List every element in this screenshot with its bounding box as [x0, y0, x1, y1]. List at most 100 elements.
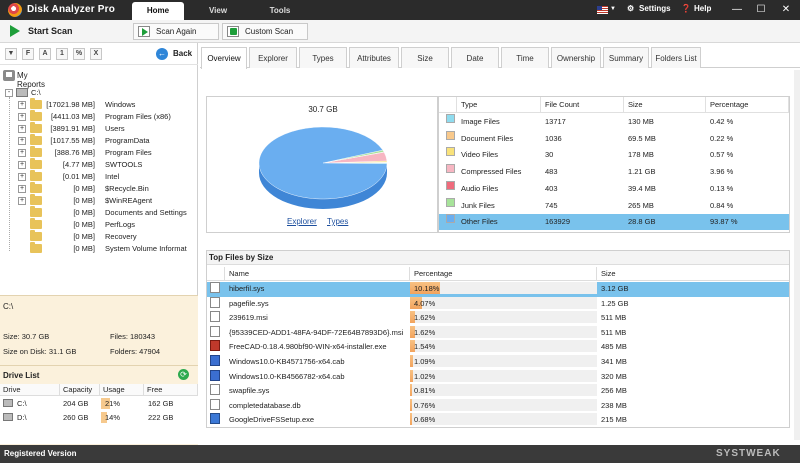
minimize-icon[interactable]: —: [726, 2, 748, 18]
filter-percent-button[interactable]: %: [73, 48, 85, 60]
col-type[interactable]: Type: [457, 97, 541, 113]
tree-item-name: SWTOOLS: [105, 160, 143, 169]
top-file-row[interactable]: FreeCAD-0.18.4.980bf90-WIN-x64-installer…: [207, 340, 789, 355]
file-type-row[interactable]: Video Files 30 178 MB 0.57 %: [439, 147, 789, 163]
drive-icon: [3, 413, 13, 421]
tab-types[interactable]: Types: [299, 47, 347, 68]
vertical-scrollbar[interactable]: [794, 70, 800, 440]
col-free[interactable]: Free: [144, 384, 198, 396]
file-type-row[interactable]: Other Files 163929 28.8 GB 93.87 %: [439, 214, 789, 231]
cab-archive-icon: [210, 369, 220, 381]
help-icon[interactable]: ❓: [681, 4, 691, 13]
tab-ownership[interactable]: Ownership: [551, 47, 601, 68]
filter-1-button[interactable]: 1: [56, 48, 68, 60]
top-file-row[interactable]: completedatabase.db 0.76% 238 MB: [207, 398, 789, 414]
filter-x-button[interactable]: X: [90, 48, 102, 60]
file-name: hiberfil.sys: [229, 284, 265, 293]
tab-time[interactable]: Time: [501, 47, 549, 68]
filter-f-button[interactable]: F: [22, 48, 34, 60]
file-type-row[interactable]: Document Files 1036 69.5 MB 0.22 %: [439, 130, 789, 147]
top-file-row[interactable]: 239619.msi 1.62% 511 MB: [207, 311, 789, 326]
help-label[interactable]: Help: [694, 4, 711, 13]
status-text: Registered Version: [4, 449, 77, 458]
percentage-bar: [410, 413, 412, 426]
tab-home[interactable]: Home: [132, 2, 184, 20]
settings-label[interactable]: Settings: [639, 4, 671, 13]
col-drive[interactable]: Drive: [0, 384, 60, 396]
file-type-row[interactable]: Junk Files 745 265 MB 0.84 %: [439, 197, 789, 214]
file-size: 215 MB: [601, 415, 627, 425]
file-type-row[interactable]: Audio Files 403 39.4 MB 0.13 %: [439, 180, 789, 197]
file-name: completedatabase.db: [229, 400, 301, 410]
language-dropdown-icon[interactable]: ▼: [610, 6, 616, 12]
col-capacity[interactable]: Capacity: [60, 384, 100, 396]
tab-date[interactable]: Date: [451, 47, 499, 68]
type-size: 265 MB: [628, 200, 654, 210]
type-percentage: 0.42 %: [710, 117, 734, 126]
top-file-row[interactable]: swapfile.sys 0.81% 256 MB: [207, 384, 789, 399]
refresh-icon[interactable]: ⟳: [178, 369, 189, 380]
col-percentage[interactable]: Percentage: [706, 97, 789, 113]
type-name: Junk Files: [461, 200, 495, 210]
custom-scan-button[interactable]: Custom Scan: [222, 23, 308, 40]
reports-icon: [3, 70, 15, 81]
filter-button[interactable]: ▼: [5, 48, 17, 60]
top-file-row[interactable]: GoogleDriveFSSetup.exe 0.68% 215 MB: [207, 413, 789, 427]
tree-item-size: [4.77 MB]: [62, 160, 95, 169]
explorer-link[interactable]: Explorer: [287, 217, 317, 226]
maximize-icon[interactable]: ☐: [750, 2, 772, 18]
percentage-cell: [410, 413, 597, 426]
file-size: 511 MB: [601, 327, 627, 337]
start-scan-label: Start Scan: [28, 26, 73, 36]
col-size[interactable]: Size: [624, 97, 706, 113]
drive-capacity: 260 GB: [63, 413, 89, 422]
pie-total: 30.7 GB: [308, 105, 338, 114]
settings-gear-icon[interactable]: ⚙: [627, 4, 634, 13]
top-file-row[interactable]: Windows10.0-KB4566782-x64.cab 1.02% 320 MB: [207, 369, 789, 385]
drive-row[interactable]: C:\ 204 GB 21% 162 GB: [0, 397, 198, 410]
file-type-row[interactable]: Compressed Files 483 1.21 GB 3.96 %: [439, 164, 789, 180]
tab-summary[interactable]: Summary: [603, 47, 649, 68]
filter-a-button[interactable]: A: [39, 48, 51, 60]
tab-tools[interactable]: Tools: [256, 2, 304, 20]
file-percentage: 1.54%: [414, 342, 436, 352]
tree-item-size: [0 MB]: [73, 220, 95, 229]
close-icon[interactable]: ✕: [775, 2, 797, 18]
col-usage[interactable]: Usage: [100, 384, 144, 396]
top-file-row[interactable]: hiberfil.sys 10.18% 3.12 GB: [207, 282, 789, 297]
col-size[interactable]: Size: [597, 267, 789, 281]
file-type-row[interactable]: Image Files 13717 130 MB 0.42 %: [439, 114, 789, 130]
tab-explorer[interactable]: Explorer: [249, 47, 297, 68]
custom-scan-label: Custom Scan: [245, 27, 294, 36]
start-scan-button[interactable]: Start Scan: [6, 23, 126, 40]
col-file-count[interactable]: File Count: [541, 97, 624, 113]
language-flag-icon[interactable]: [597, 6, 608, 14]
tree-item-name: Program Files: [105, 148, 152, 157]
collapse-icon[interactable]: -: [5, 89, 13, 97]
top-file-row[interactable]: Windows10.0-KB4571756-x64.cab 1.09% 341 MB: [207, 355, 789, 370]
drive-row[interactable]: D:\ 260 GB 14% 222 GB: [0, 411, 198, 424]
tab-view[interactable]: View: [194, 2, 242, 20]
type-size: 69.5 MB: [628, 133, 656, 143]
col-name[interactable]: Name: [225, 267, 410, 281]
folder-tree: - C:\ + [17021.98 MB] Windows + [4411.03 MB]…: [0, 85, 198, 295]
top-file-row[interactable]: pagefile.sys 4.07% 1.25 GB: [207, 296, 789, 312]
tab-folders-list[interactable]: Folders List: [651, 47, 701, 68]
tab-overview[interactable]: Overview: [201, 47, 247, 69]
type-size: 28.8 GB: [628, 217, 656, 227]
file-icon: [210, 282, 220, 293]
title-bar: Disk Analyzer Pro Home View Tools ▼ ⚙ Se…: [0, 0, 800, 20]
types-link[interactable]: Types: [327, 217, 348, 226]
top-file-row[interactable]: {95339CED-ADD1-48FA-94DF-72E64B7893D6}.m…: [207, 325, 789, 341]
type-count: 1036: [545, 133, 562, 143]
tab-attributes[interactable]: Attributes: [349, 47, 399, 68]
google-drive-icon: [210, 413, 220, 425]
col-percentage[interactable]: Percentage: [410, 267, 597, 281]
file-size: 256 MB: [601, 386, 627, 396]
root-label: C:\: [31, 88, 41, 97]
folders-info: Folders: 47904: [110, 347, 161, 356]
tree-item[interactable]: [0 MB] System Volume Informat: [0, 242, 198, 255]
scan-again-button[interactable]: Scan Again: [133, 23, 219, 40]
tab-size[interactable]: Size: [401, 47, 449, 68]
tree-item-size: [1017.55 MB]: [50, 136, 95, 145]
